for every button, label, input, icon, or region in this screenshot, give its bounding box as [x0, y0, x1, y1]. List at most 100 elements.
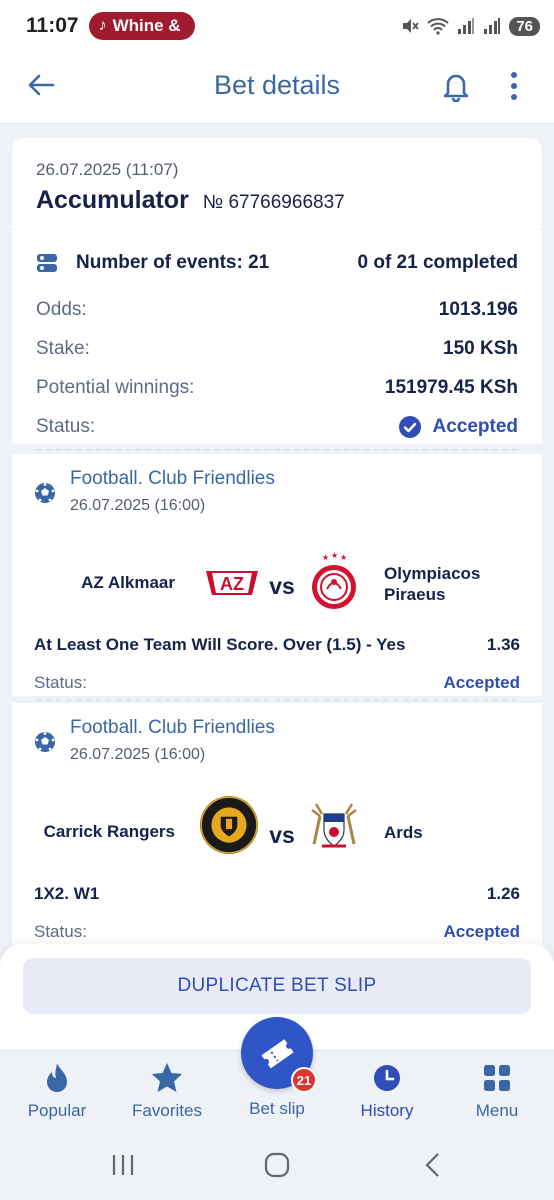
music-note-icon: ♪ [98, 17, 107, 34]
az-alkmaar-logo-icon: AZ [206, 571, 258, 595]
svg-text:AZ: AZ [220, 574, 244, 594]
signal-2-icon [484, 18, 501, 34]
more-vert-icon[interactable] [500, 70, 528, 104]
bet-type-row: Accumulator № 67766966837 [36, 186, 518, 215]
dashed-divider [36, 449, 518, 451]
mute-icon [403, 19, 420, 33]
bell-icon[interactable] [440, 70, 472, 102]
home-icon[interactable] [264, 1152, 290, 1178]
svg-text:★: ★ [340, 553, 347, 562]
event-card[interactable]: Football. Club Friendlies 26.07.2025 (16… [12, 703, 542, 945]
list-toggle-icon [37, 254, 57, 272]
status-icons: 76 [401, 16, 540, 36]
nav-history[interactable]: History [332, 1061, 442, 1121]
media-notification-pill[interactable]: ♪ Whine & [88, 12, 195, 40]
bottom-navigation: Popular Favorites 21 Bet slip History Me… [0, 1017, 554, 1132]
completed-count: 0 of 21 completed [357, 252, 519, 273]
away-team: Olympiacos Piraeus [384, 564, 481, 604]
event-header: Football. Club Friendlies 26.07.2025 (16… [34, 717, 520, 764]
market-odds: 1.36 [486, 635, 520, 654]
market-label: 1X2. W1 [34, 884, 100, 903]
grid-menu-icon [484, 1065, 510, 1091]
stake-label: Stake: [36, 337, 90, 359]
status-label: Status: [36, 415, 96, 437]
event-datetime: 26.07.2025 (16:00) [70, 746, 206, 763]
wifi-icon [427, 18, 449, 35]
back-icon[interactable] [420, 1152, 446, 1178]
flame-icon [47, 1063, 67, 1092]
home-team: AZ Alkmaar [81, 573, 175, 592]
dashed-divider [36, 699, 518, 701]
nav-favorites-label: Favorites [132, 1101, 202, 1120]
battery-indicator: 76 [509, 16, 540, 36]
market-row: At Least One Team Will Score. Over (1.5)… [34, 635, 520, 655]
media-label: Whine & [112, 16, 181, 35]
nav-bet-slip[interactable]: Bet slip [222, 1099, 332, 1119]
vs-label: vs [269, 822, 295, 848]
app-header: Bet details [0, 52, 554, 124]
home-team: Carrick Rangers [43, 822, 175, 841]
stake-row: Stake: 150 KSh [36, 329, 518, 368]
event-status-label: Status: [34, 922, 87, 941]
nav-menu[interactable]: Menu [442, 1061, 552, 1121]
star-icon [152, 1063, 182, 1092]
event-status-label: Status: [34, 673, 87, 692]
matchup: Carrick Rangers vs Ards [34, 784, 520, 884]
market-odds: 1.26 [486, 884, 520, 903]
nav-history-label: History [360, 1101, 414, 1120]
winnings-row: Potential winnings: 151979.45 KSh [36, 368, 518, 407]
event-status-value: Accepted [443, 673, 520, 692]
winnings-value: 151979.45 KSh [384, 376, 518, 398]
market-label: At Least One Team Will Score. Over (1.5)… [34, 635, 406, 654]
winnings-label: Potential winnings: [36, 376, 195, 398]
event-header: Football. Club Friendlies 26.07.2025 (16… [34, 468, 520, 515]
nav-menu-label: Menu [475, 1101, 519, 1120]
market-row: 1X2. W1 1.26 [34, 884, 520, 904]
check-circle-icon [399, 415, 422, 438]
nav-popular[interactable]: Popular [2, 1061, 112, 1121]
nav-bet-slip-label: Bet slip [249, 1099, 305, 1118]
ards-logo-icon [311, 803, 357, 848]
svg-text:★: ★ [331, 551, 338, 560]
odds-label: Odds: [36, 298, 87, 320]
bet-datetime: 26.07.2025 (11:07) [36, 160, 179, 179]
status-row: Status: Accepted [36, 407, 518, 446]
odds-value: 1013.196 [438, 298, 518, 320]
status-value: Accepted [432, 415, 518, 437]
bet-number: № 67766966837 [202, 192, 345, 213]
football-icon [35, 483, 55, 503]
nav-popular-label: Popular [27, 1101, 87, 1120]
events-count-label: Number of events: 21 [76, 252, 270, 273]
matchup: AZ Alkmaar AZ vs ★ ★ ★ Olympiacos Piraeu… [34, 535, 520, 635]
carrick-rangers-logo-icon [200, 796, 258, 854]
event-card[interactable]: Football. Club Friendlies 26.07.2025 (16… [12, 454, 542, 696]
nav-favorites[interactable]: Favorites [112, 1061, 222, 1121]
ticket-icon [261, 1039, 294, 1069]
clock: 11:07 [26, 14, 79, 37]
event-status-value: Accepted [443, 922, 520, 941]
odds-row: Odds: 1013.196 [36, 290, 518, 329]
events-count-row: Number of events: 21 0 of 21 completed [36, 230, 518, 290]
event-league: Football. Club Friendlies [70, 468, 275, 489]
bet-summary-card: Number of events: 21 0 of 21 completed O… [12, 230, 542, 444]
event-league: Football. Club Friendlies [70, 717, 275, 738]
duplicate-bet-slip-button[interactable]: DUPLICATE BET SLIP [23, 958, 531, 1014]
system-status-bar: 11:07 ♪ Whine & 76 [0, 0, 554, 52]
football-icon [35, 732, 55, 752]
event-status-row: Status: Accepted [34, 922, 520, 942]
bet-type: Accumulator [36, 186, 189, 214]
stake-value: 150 KSh [443, 337, 518, 359]
signal-icon [458, 18, 475, 34]
clock-icon [374, 1065, 400, 1091]
bet-header-card: 26.07.2025 (11:07) Accumulator № 6776696… [12, 138, 542, 230]
recent-apps-icon[interactable] [110, 1152, 136, 1178]
olympiacos-logo-icon: ★ ★ ★ [312, 551, 356, 609]
status-badge: Accepted [398, 415, 518, 439]
event-status-row: Status: Accepted [34, 673, 520, 693]
bet-slip-count-badge: 21 [291, 1067, 317, 1093]
away-team: Ards [384, 823, 423, 842]
system-navigation-bar [0, 1132, 554, 1200]
svg-text:★: ★ [322, 553, 329, 562]
event-datetime: 26.07.2025 (16:00) [70, 497, 206, 514]
vs-label: vs [269, 573, 295, 599]
